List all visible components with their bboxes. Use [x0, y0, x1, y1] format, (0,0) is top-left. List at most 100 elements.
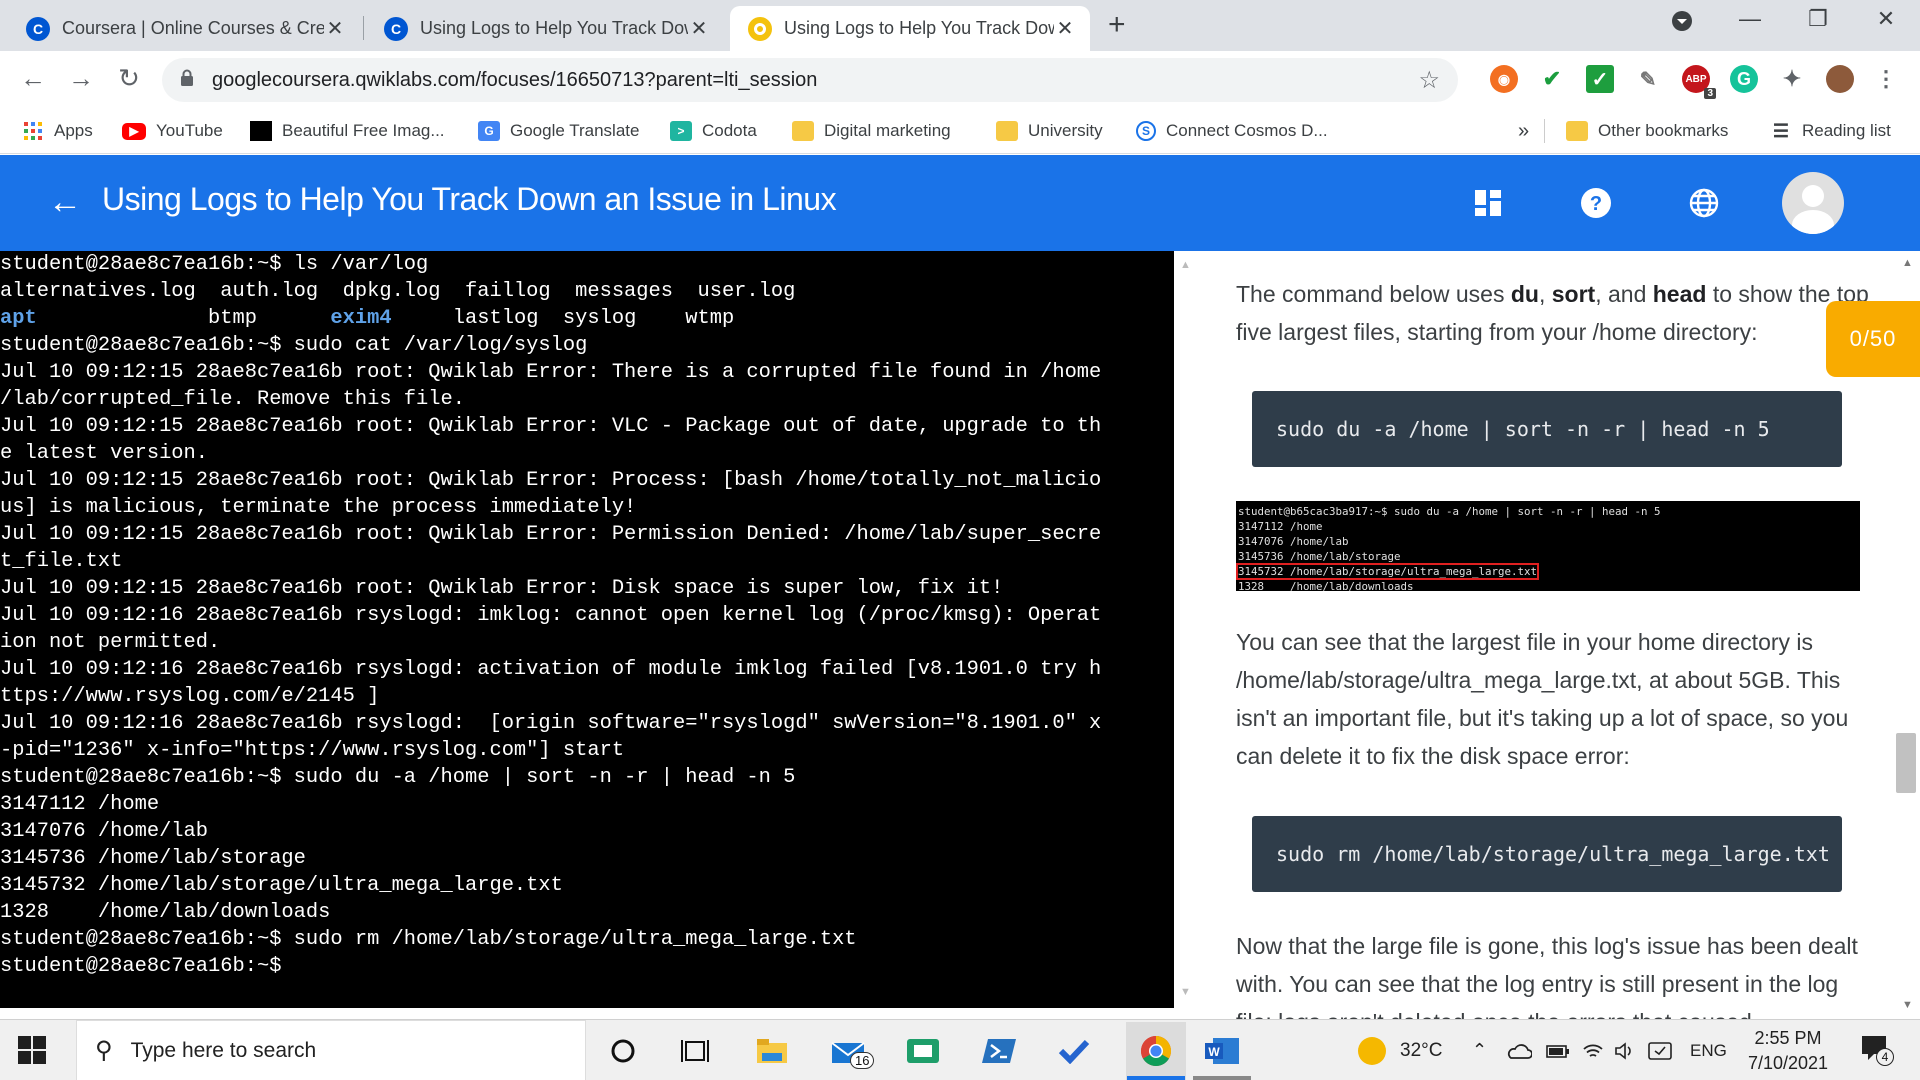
- terminal-line: alternatives.log auth.log dpkg.log faill…: [0, 280, 796, 303]
- action-center-app-icon[interactable]: [1648, 1020, 1672, 1080]
- tab-coursera[interactable]: C Coursera | Online Courses & Credential…: [8, 6, 360, 51]
- bookmark-digital-marketing[interactable]: Digital marketing: [792, 117, 951, 145]
- bookmark-unsplash[interactable]: Beautiful Free Imag...: [250, 117, 445, 145]
- close-window-icon[interactable]: ✕: [1866, 6, 1906, 32]
- menu-kebab-icon[interactable]: ⋮: [1872, 65, 1900, 93]
- minimize-icon[interactable]: —: [1730, 6, 1770, 32]
- screenshot-line-text: student@b65cac3ba917:~$ sudo du -a /home…: [1238, 505, 1661, 518]
- word-icon[interactable]: W: [1202, 1032, 1242, 1070]
- restore-icon[interactable]: ❐: [1798, 6, 1838, 32]
- todo-icon[interactable]: [1054, 1032, 1094, 1070]
- explanation-paragraph: You can see that the largest file in you…: [1236, 629, 1849, 769]
- mail-badge: 16: [850, 1052, 875, 1069]
- scroll-up-icon[interactable]: ▲: [1902, 257, 1913, 269]
- screen: C Coursera | Online Courses & Credential…: [0, 0, 1920, 1080]
- terminal-window[interactable]: student@28ae8c7ea16b:~$ ls /var/log alter…: [0, 251, 1174, 1008]
- bookmark-google-translate[interactable]: G Google Translate: [478, 117, 639, 145]
- new-tab-button[interactable]: +: [1108, 8, 1126, 42]
- extension-icon[interactable]: ✔: [1538, 65, 1566, 93]
- battery-icon[interactable]: [1546, 1020, 1570, 1080]
- bookmarks-overflow-button[interactable]: »: [1518, 117, 1529, 145]
- language-indicator[interactable]: ENG: [1690, 1020, 1727, 1080]
- reading-list-button[interactable]: ☰ Reading list: [1770, 117, 1891, 145]
- onedrive-icon[interactable]: [1506, 1020, 1532, 1080]
- chrome-taskbar-icon[interactable]: [1126, 1022, 1186, 1080]
- extension-icon[interactable]: ◉: [1490, 65, 1518, 93]
- grammarly-icon[interactable]: G: [1730, 65, 1758, 93]
- forward-icon[interactable]: →: [64, 63, 98, 94]
- powershell-icon[interactable]: [979, 1032, 1019, 1070]
- screenshot-line: 3147076 /home/lab: [1238, 534, 1858, 549]
- bookmark-label: University: [1028, 121, 1103, 140]
- close-tab-icon[interactable]: ✕: [1054, 16, 1076, 41]
- extension-icon[interactable]: ✎: [1634, 65, 1662, 93]
- score-badge[interactable]: 0/50: [1826, 301, 1920, 377]
- back-arrow-icon[interactable]: ←: [48, 183, 82, 222]
- terminal-line: Jul 10 09:12:15 28ae8c7ea16b root: Qwikl…: [0, 469, 1102, 492]
- profile-avatar[interactable]: [1826, 65, 1854, 93]
- bookmark-star-icon[interactable]: ☆: [1418, 66, 1440, 95]
- terminal-line: Jul 10 09:12:16 28ae8c7ea16b rsyslogd: a…: [0, 658, 1102, 681]
- file-names: lastlog syslog wtmp: [391, 307, 735, 330]
- mail-icon[interactable]: 16: [828, 1032, 875, 1070]
- close-tab-icon[interactable]: ✕: [324, 16, 346, 41]
- bookmark-codota[interactable]: > Codota: [670, 117, 757, 145]
- folder-icon: [792, 121, 814, 141]
- bookmark-label: Other bookmarks: [1598, 121, 1729, 140]
- scroll-down-icon[interactable]: ▼: [1902, 999, 1913, 1011]
- terminal-line: Jul 10 09:12:15 28ae8c7ea16b root: Qwikl…: [0, 361, 1102, 384]
- bookmark-other[interactable]: Other bookmarks: [1566, 117, 1728, 145]
- adblock-icon[interactable]: ABP 3: [1682, 65, 1716, 99]
- close-tab-icon[interactable]: ✕: [688, 16, 710, 41]
- back-icon[interactable]: ←: [16, 63, 50, 94]
- tab-title: Using Logs to Help You Track Down an Iss…: [784, 18, 1054, 38]
- windows-taskbar: ⚲ Type here to search 16 W 32°C ⌃ ENG 2:…: [0, 1019, 1920, 1080]
- task-view-icon[interactable]: [675, 1032, 715, 1070]
- terminal-scrollbar[interactable]: ▲ ▼: [1174, 251, 1200, 1008]
- file-explorer-icon[interactable]: [752, 1032, 792, 1070]
- reload-icon[interactable]: ↻: [112, 63, 146, 94]
- terminal-line: student@28ae8c7ea16b:~$: [0, 955, 294, 978]
- help-icon[interactable]: ?: [1578, 185, 1614, 221]
- url-text: googlecoursera.qwiklabs.com/focuses/1665…: [212, 68, 818, 91]
- translate-icon: G: [478, 121, 500, 141]
- scroll-up-icon[interactable]: ▲: [1180, 259, 1191, 271]
- directory-name: apt: [0, 307, 37, 330]
- dashboard-icon[interactable]: [1470, 185, 1506, 221]
- scroll-down-icon[interactable]: ▼: [1180, 986, 1191, 998]
- bookmark-university[interactable]: University: [996, 117, 1103, 145]
- terminal-line: us] is malicious, terminate the process …: [0, 496, 637, 519]
- terminal-line: Jul 10 09:12:16 28ae8c7ea16b rsyslogd: […: [0, 712, 1102, 735]
- terminal-line: t_file.txt: [0, 550, 123, 573]
- code-block-du[interactable]: sudo du -a /home | sort -n -r | head -n …: [1252, 391, 1842, 467]
- code-block-rm[interactable]: sudo rm /home/lab/storage/ultra_mega_lar…: [1252, 816, 1842, 892]
- bookmark-connect-cosmos[interactable]: S Connect Cosmos D...: [1136, 117, 1328, 145]
- user-avatar[interactable]: [1782, 172, 1844, 234]
- checkmark-extension-icon[interactable]: ✓: [1586, 65, 1614, 93]
- address-bar[interactable]: googlecoursera.qwiklabs.com/focuses/1665…: [162, 58, 1458, 102]
- bookmark-youtube[interactable]: ▶ YouTube: [122, 117, 223, 145]
- tab-using-logs-qwiklabs[interactable]: Using Logs to Help You Track Down an Iss…: [730, 6, 1090, 51]
- scrollbar-thumb[interactable]: [1896, 733, 1916, 793]
- tab-search-icon[interactable]: [1662, 10, 1702, 38]
- notifications-icon[interactable]: 4: [1860, 1034, 1896, 1070]
- taskbar-search-box[interactable]: ⚲ Type here to search: [76, 1020, 586, 1080]
- system-clock[interactable]: 2:55 PM 7/10/2021: [1740, 1026, 1836, 1076]
- terminal-line: 1328 /home/lab/downloads: [0, 901, 331, 924]
- screen-share-app-icon[interactable]: [903, 1032, 943, 1070]
- show-hidden-icons-button[interactable]: ⌃: [1472, 1020, 1487, 1080]
- wifi-icon[interactable]: [1582, 1020, 1604, 1080]
- copy-icon[interactable]: [1796, 832, 1822, 858]
- windows-start-icon[interactable]: [18, 1036, 46, 1064]
- cortana-icon[interactable]: [603, 1032, 643, 1070]
- terminal-line: student@28ae8c7ea16b:~$ sudo du -a /home…: [0, 766, 796, 789]
- volume-icon[interactable]: [1614, 1020, 1636, 1080]
- lock-icon: [180, 69, 198, 92]
- puzzle-icon[interactable]: ✦: [1778, 65, 1806, 93]
- bookmark-apps[interactable]: Apps: [22, 117, 93, 145]
- weather-widget[interactable]: 32°C: [1358, 1020, 1442, 1080]
- tab-using-logs-coursera[interactable]: C Using Logs to Help You Track Down an I…: [366, 6, 724, 51]
- keyword-du: du: [1510, 281, 1539, 307]
- bookmark-label: Codota: [702, 121, 757, 140]
- globe-icon[interactable]: [1686, 185, 1722, 221]
